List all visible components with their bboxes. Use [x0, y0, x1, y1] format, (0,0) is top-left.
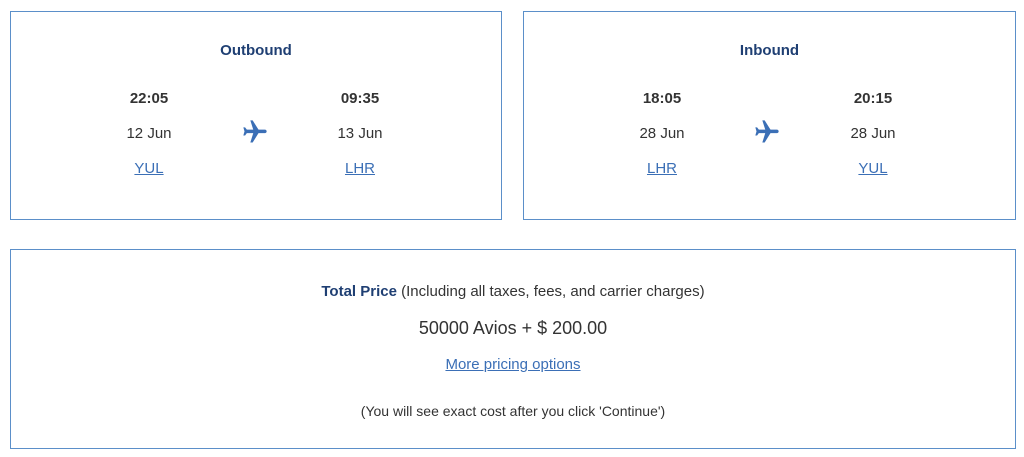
- inbound-departure-airport-link[interactable]: LHR: [602, 160, 722, 177]
- outbound-departure-time: 22:05: [129, 90, 169, 107]
- total-price-label-note: (Including all taxes, fees, and carrier …: [396, 283, 705, 300]
- outbound-arrival: 09:35 13 Jun LHR: [300, 12, 420, 212]
- total-price-card: Total Price (Including all taxes, fees, …: [10, 249, 1016, 449]
- inbound-arrival: 20:15 28 Jun YUL: [813, 12, 933, 212]
- inbound-title: Inbound: [739, 42, 800, 59]
- outbound-arrival-date: 13 Jun: [337, 125, 383, 142]
- outbound-departure-airport-link[interactable]: YUL: [89, 160, 209, 177]
- more-pricing-options-link[interactable]: More pricing options: [445, 356, 580, 373]
- outbound-card: Outbound 22:05 12 Jun YUL 09:35 13 Jun L…: [10, 11, 502, 220]
- plane-icon: [241, 118, 269, 146]
- inbound-departure-date: 28 Jun: [639, 125, 685, 142]
- price-note: (You will see exact cost after you click…: [360, 403, 666, 419]
- outbound-departure-date: 12 Jun: [126, 125, 172, 142]
- total-price-value: 50000 Avios + $ 200.00: [418, 318, 608, 338]
- total-price-heading: Total Price (Including all taxes, fees, …: [11, 283, 1015, 300]
- plane-icon: [753, 118, 781, 146]
- inbound-departure-time: 18:05: [642, 90, 682, 107]
- more-pricing-options-row: More pricing options: [11, 356, 1015, 373]
- inbound-departure: 18:05 28 Jun LHR: [602, 12, 722, 212]
- inbound-arrival-time: 20:15: [853, 90, 893, 107]
- outbound-title: Outbound: [220, 42, 292, 59]
- outbound-arrival-airport-link[interactable]: LHR: [300, 160, 420, 177]
- outbound-departure: 22:05 12 Jun YUL: [89, 12, 209, 212]
- outbound-arrival-time: 09:35: [340, 90, 380, 107]
- total-price-label: Total Price: [321, 283, 397, 300]
- inbound-arrival-date: 28 Jun: [850, 125, 896, 142]
- inbound-arrival-airport-link[interactable]: YUL: [813, 160, 933, 177]
- inbound-card: Inbound 18:05 28 Jun LHR 20:15 28 Jun YU…: [523, 11, 1016, 220]
